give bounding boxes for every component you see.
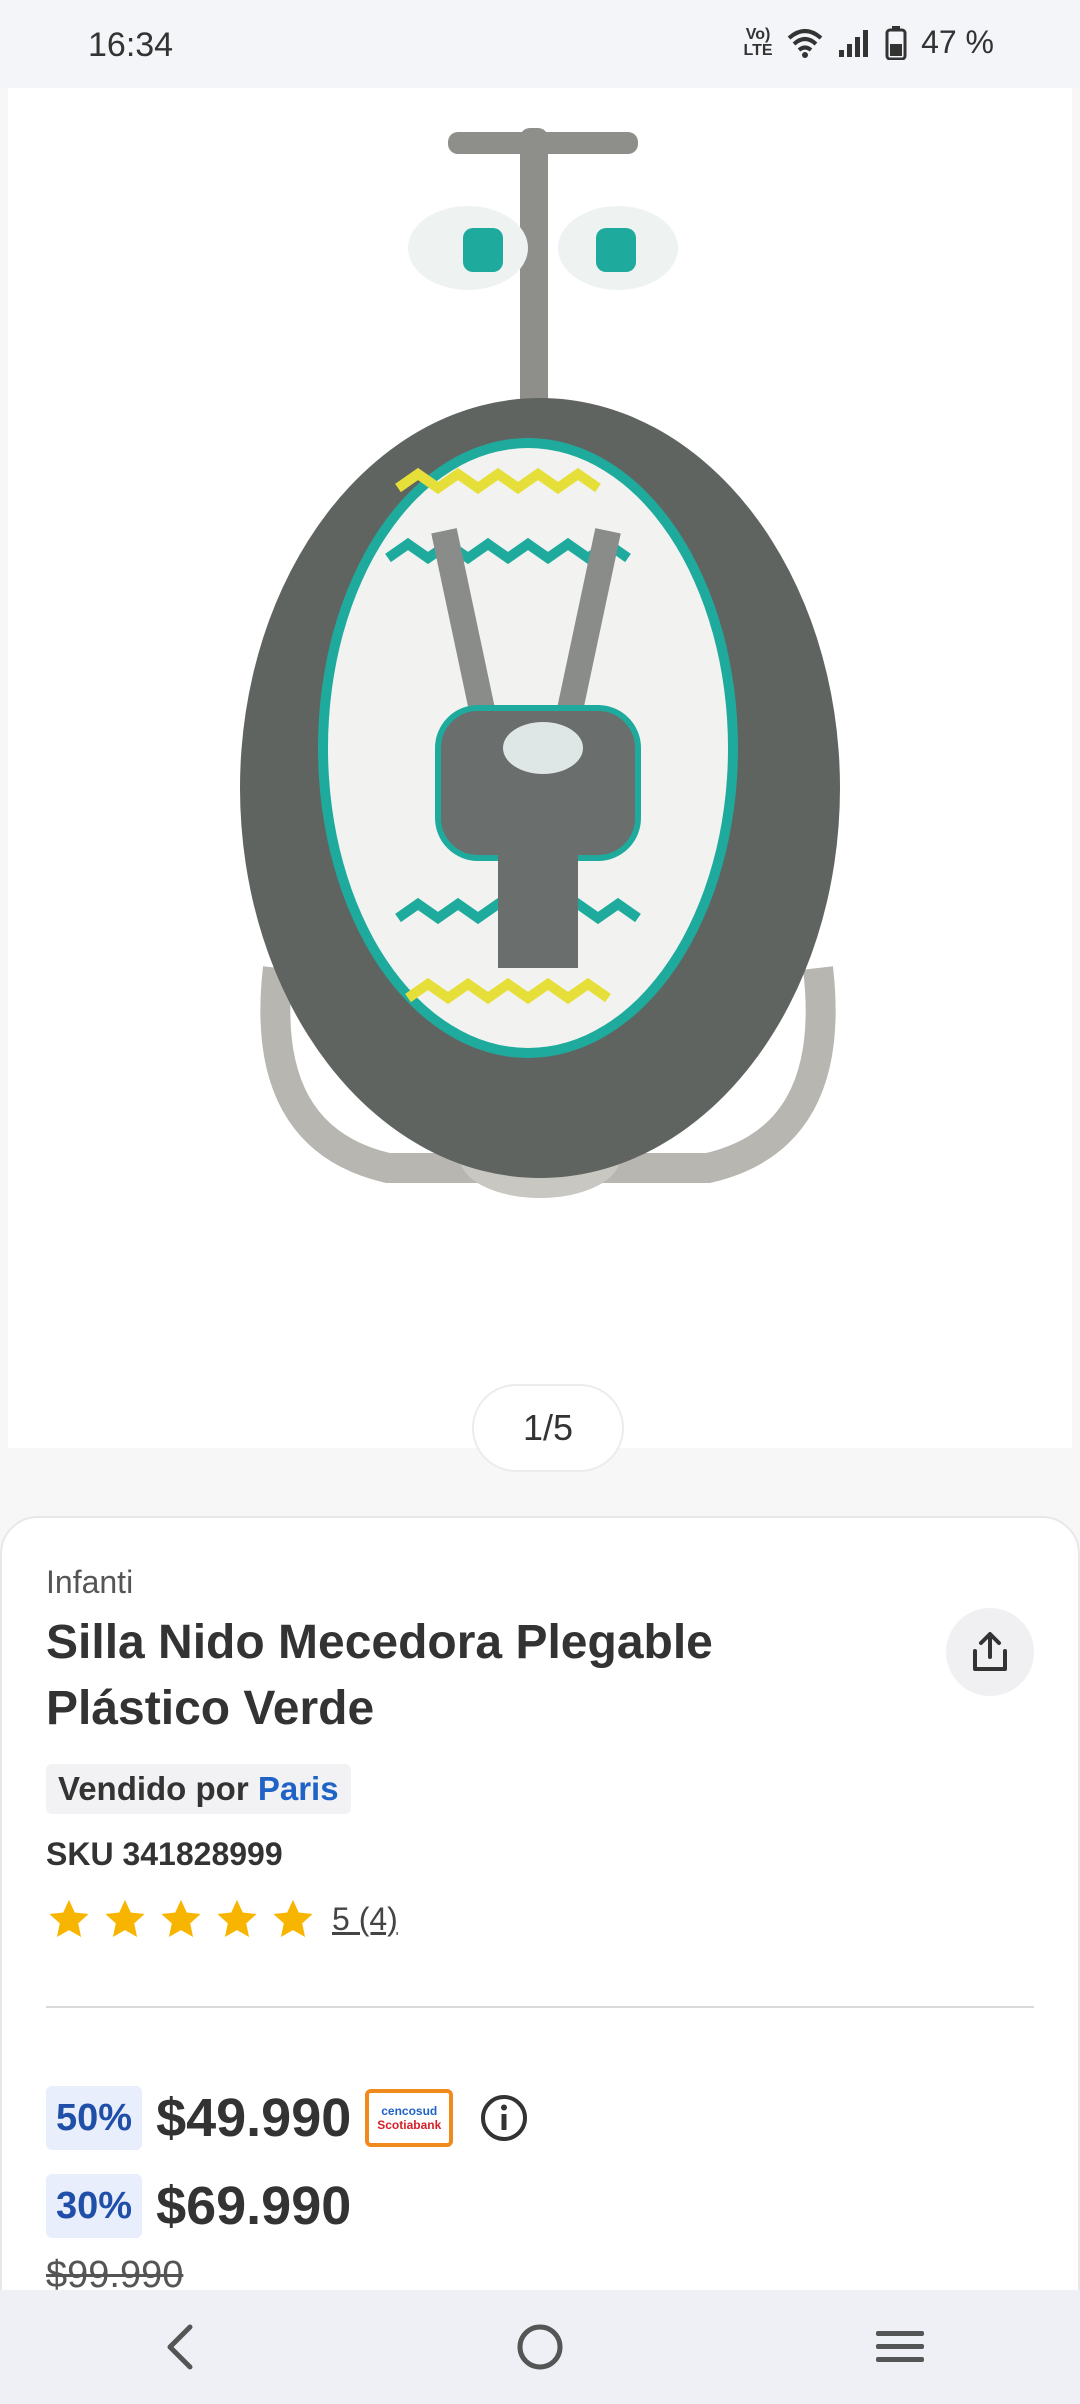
status-time: 16:34 (88, 26, 174, 64)
product-brand[interactable]: Infanti (46, 1564, 133, 1601)
star-icon (161, 1899, 201, 1938)
battery-icon (885, 25, 907, 60)
price-row-internet: 30% $69.990 (46, 2174, 351, 2238)
internet-price: $69.990 (156, 2176, 352, 2236)
system-nav-bar (0, 2290, 1080, 2404)
recent-apps-button[interactable] (850, 2307, 950, 2387)
battery-level: 47 % (921, 24, 994, 60)
product-title: Silla Nido Mecedora Plegable Plástico Ve… (46, 1616, 713, 1735)
discount-badge: 50% (46, 2086, 143, 2150)
status-icons: Vo) LTE 47 % (743, 24, 994, 61)
star-icon (105, 1899, 145, 1938)
product-image-gallery[interactable]: 1/5 (8, 88, 1072, 1472)
price-row-card: 50% $49.990 cencosud Scotiabank (46, 2086, 529, 2150)
product-sku: SKU 341828999 (46, 1836, 283, 1872)
cencosud-scotiabank-logo: cencosud Scotiabank (365, 2089, 454, 2147)
star-icon (217, 1899, 257, 1938)
wifi-icon (787, 28, 823, 58)
sold-by-label: Vendido por (58, 1770, 249, 1807)
status-bar: 16:34 Vo) LTE 47 % (0, 0, 1080, 88)
home-button[interactable] (490, 2307, 590, 2387)
seller-link[interactable]: Paris (258, 1770, 339, 1807)
back-button[interactable] (130, 2307, 230, 2387)
home-icon (517, 2324, 563, 2370)
product-image (240, 128, 840, 1198)
discount-badge: 30% (46, 2174, 143, 2238)
info-icon[interactable] (479, 2093, 529, 2143)
menu-icon (876, 2331, 924, 2362)
star-icon (49, 1899, 89, 1938)
card-price: $49.990 (156, 2088, 352, 2148)
rating-count-link[interactable]: 5 (4) (332, 1901, 398, 1938)
divider (46, 2006, 1034, 2008)
volte-icon: Vo) LTE (743, 25, 773, 59)
signal-icon (839, 29, 869, 57)
product-rating[interactable]: 5 (4) (46, 1896, 398, 1942)
share-button[interactable] (946, 1608, 1034, 1696)
star-icon (273, 1899, 313, 1938)
seller-tag: Vendido por Paris (46, 1764, 351, 1814)
share-icon (973, 1632, 1007, 1671)
back-icon (167, 2324, 193, 2370)
image-pager: 1/5 (472, 1384, 624, 1472)
